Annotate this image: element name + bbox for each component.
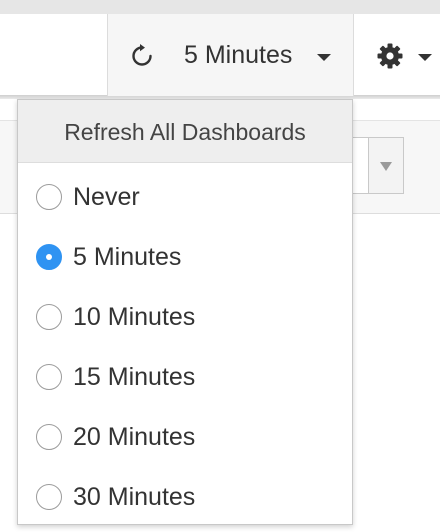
option-label: Never bbox=[73, 183, 140, 211]
top-strip bbox=[0, 0, 440, 14]
refresh-option-10-minutes[interactable]: 10 Minutes bbox=[18, 285, 352, 345]
settings-button[interactable] bbox=[366, 14, 440, 96]
refresh-option-20-minutes[interactable]: 20 Minutes bbox=[18, 405, 352, 465]
refresh-option-5-minutes[interactable]: 5 Minutes bbox=[18, 225, 352, 285]
select-arrow-button[interactable] bbox=[368, 138, 403, 193]
option-label: 5 Minutes bbox=[73, 243, 182, 271]
dropdown-header: Refresh All Dashboards bbox=[18, 100, 352, 163]
radio-button-selected[interactable] bbox=[36, 244, 62, 270]
settings-chevron-down-icon bbox=[418, 54, 432, 61]
refresh-interval-button[interactable]: 5 Minutes bbox=[107, 14, 354, 96]
radio-button[interactable] bbox=[36, 184, 62, 210]
gear-icon bbox=[377, 43, 403, 69]
refresh-interval-label: 5 Minutes bbox=[184, 41, 293, 69]
refresh-icon bbox=[132, 44, 152, 66]
chevron-down-icon bbox=[317, 54, 331, 61]
option-label: 10 Minutes bbox=[73, 303, 196, 331]
option-label: 15 Minutes bbox=[73, 363, 196, 391]
option-label: 30 Minutes bbox=[73, 483, 196, 511]
dropdown-title: Refresh All Dashboards bbox=[64, 119, 306, 145]
refresh-option-never[interactable]: Never bbox=[18, 165, 352, 225]
radio-button[interactable] bbox=[36, 364, 62, 390]
refresh-option-30-minutes[interactable]: 30 Minutes bbox=[18, 465, 352, 525]
triangle-down-icon bbox=[380, 162, 392, 171]
radio-button[interactable] bbox=[36, 424, 62, 450]
refresh-dropdown-menu: Refresh All Dashboards Never 5 Minutes 1… bbox=[17, 99, 353, 525]
radio-button[interactable] bbox=[36, 304, 62, 330]
refresh-option-15-minutes[interactable]: 15 Minutes bbox=[18, 345, 352, 405]
radio-button[interactable] bbox=[36, 484, 62, 510]
option-label: 20 Minutes bbox=[73, 423, 196, 451]
